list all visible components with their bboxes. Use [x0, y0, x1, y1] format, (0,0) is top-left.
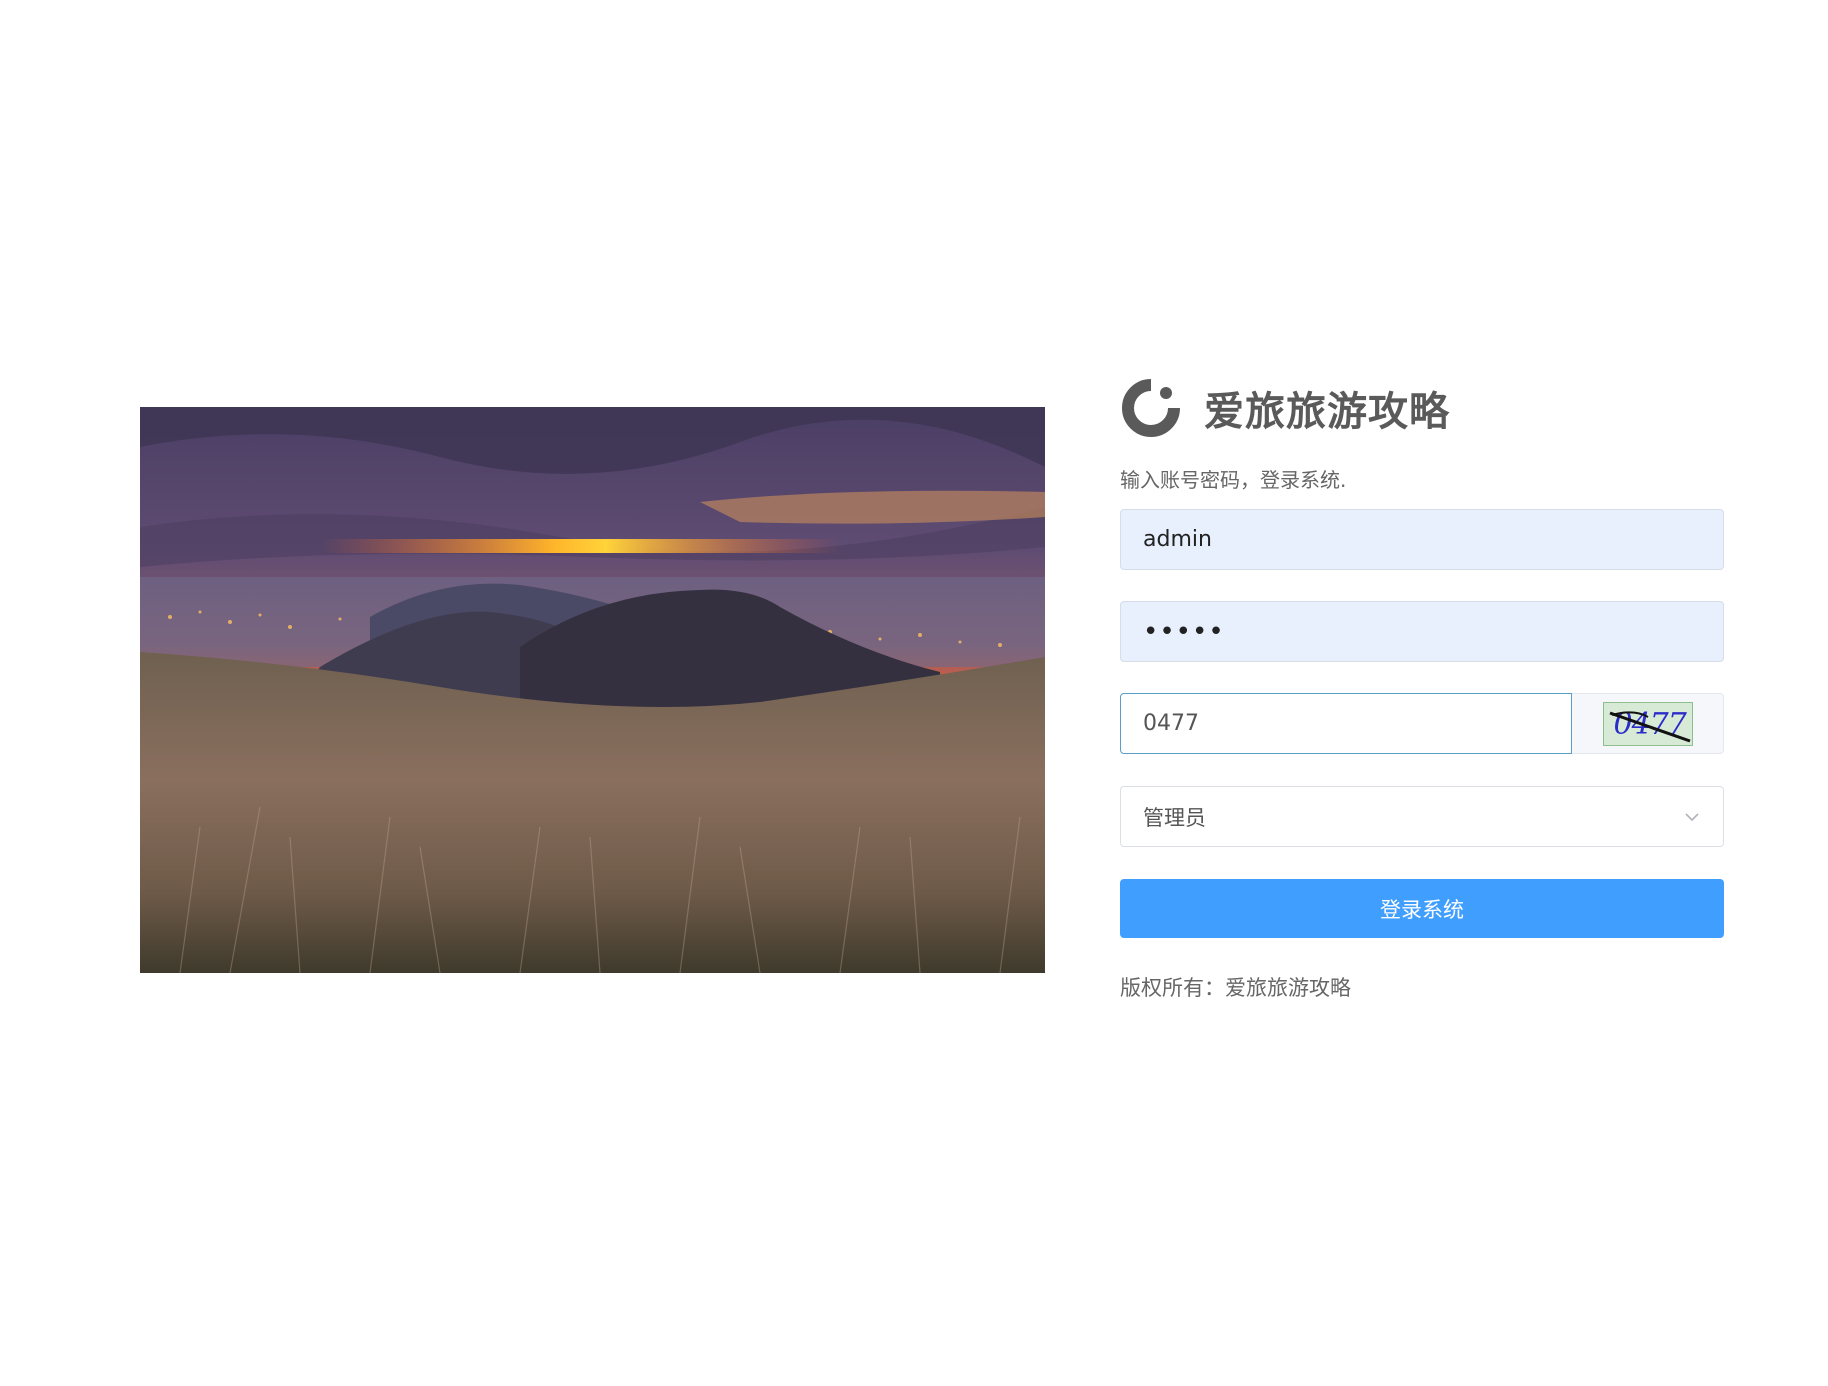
username-field[interactable]	[1120, 509, 1724, 570]
login-page: 爱旅旅游攻略 输入账号密码，登录系统. 0477	[0, 0, 1828, 1386]
captcha-button[interactable]: 0477	[1572, 693, 1724, 754]
login-button[interactable]: 登录系统	[1120, 879, 1724, 938]
username-input[interactable]	[1121, 510, 1723, 569]
copyright-text: 版权所有：爱旅旅游攻略	[1120, 976, 1351, 1000]
login-panel: 爱旅旅游攻略 输入账号密码，登录系统. 0477	[1120, 376, 1724, 1002]
login-subtitle: 输入账号密码，登录系统.	[1120, 468, 1347, 492]
role-select-value: 管理员	[1143, 805, 1206, 830]
captcha-field[interactable]	[1120, 693, 1572, 754]
chevron-down-icon	[1685, 812, 1699, 821]
password-field[interactable]	[1120, 601, 1724, 662]
role-select[interactable]: 管理员	[1120, 786, 1724, 847]
brand-header: 爱旅旅游攻略	[1120, 376, 1724, 440]
refresh-circle-icon	[1122, 379, 1180, 437]
captcha-input[interactable]	[1121, 694, 1571, 753]
app-title: 爱旅旅游攻略	[1204, 389, 1450, 435]
captcha-row: 0477	[1120, 693, 1724, 754]
landscape-image	[140, 407, 1045, 973]
captcha-image[interactable]: 0477	[1602, 701, 1693, 746]
password-input[interactable]	[1121, 602, 1723, 661]
